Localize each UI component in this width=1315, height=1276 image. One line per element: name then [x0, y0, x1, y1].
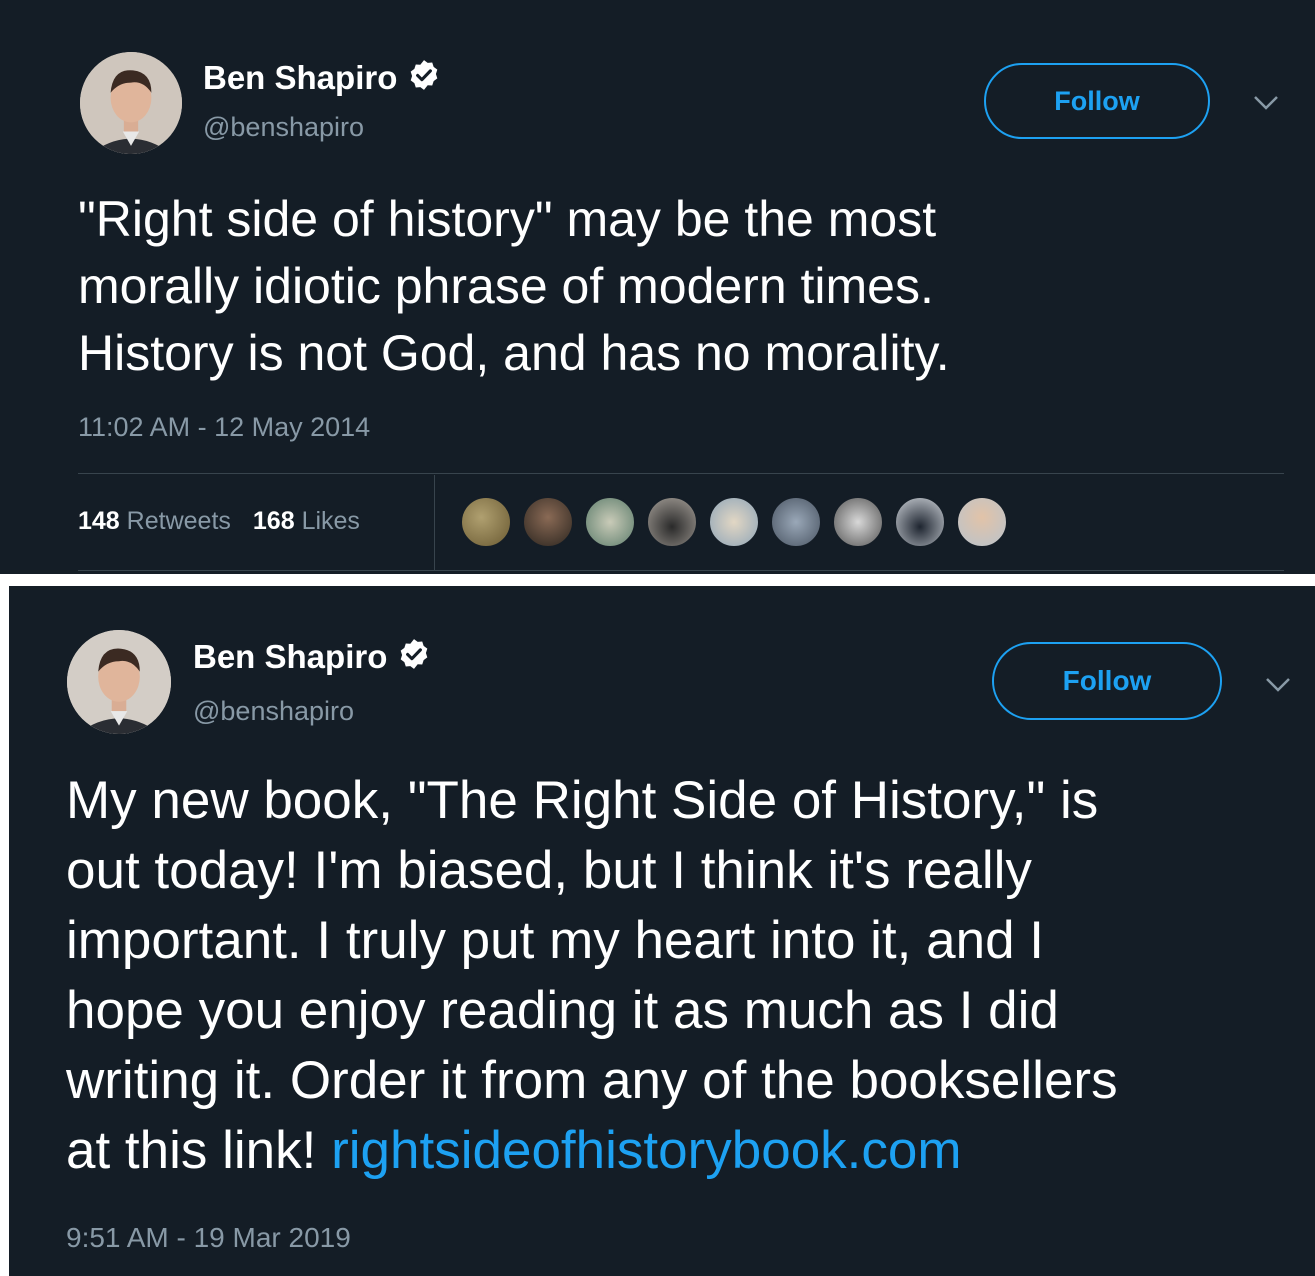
liker-avatar[interactable] — [522, 496, 574, 548]
avatar[interactable] — [67, 630, 171, 734]
tweet-timestamp[interactable]: 11:02 AM - 12 May 2014 — [78, 412, 370, 443]
liker-avatar[interactable] — [584, 496, 636, 548]
chevron-down-icon[interactable] — [1252, 94, 1280, 117]
follow-button[interactable]: Follow — [984, 63, 1210, 139]
liker-avatar[interactable] — [770, 496, 822, 548]
tweet-text: My new book, "The Right Side of History,… — [66, 766, 1118, 1186]
divider — [78, 570, 1284, 571]
liker-avatar[interactable] — [708, 496, 760, 548]
liker-avatar[interactable] — [832, 496, 884, 548]
retweets-stat[interactable]: 148 Retweets — [78, 507, 231, 536]
tweet-body: My new book, "The Right Side of History,… — [66, 771, 1118, 1180]
avatar[interactable] — [80, 52, 182, 154]
liker-avatar[interactable] — [646, 496, 698, 548]
verified-badge-icon — [397, 637, 431, 676]
liker-avatars — [460, 496, 1018, 548]
like-count: 168 — [252, 507, 295, 535]
likes-label: Likes — [301, 507, 360, 535]
retweets-label: Retweets — [126, 507, 231, 535]
author-handle[interactable]: @benshapiro — [193, 696, 354, 727]
chevron-down-icon[interactable] — [1264, 676, 1292, 699]
liker-avatar[interactable] — [460, 496, 512, 548]
tweet-card-2019: Ben Shapiro @benshapiro Follow My new bo… — [9, 586, 1315, 1276]
author-name[interactable]: Ben Shapiro — [203, 59, 397, 97]
liker-avatar[interactable] — [894, 496, 946, 548]
retweet-count: 148 — [78, 507, 120, 535]
verified-badge-icon — [407, 58, 441, 97]
tweet-timestamp[interactable]: 9:51 AM - 19 Mar 2019 — [66, 1222, 351, 1254]
stats-separator — [434, 475, 435, 570]
follow-button[interactable]: Follow — [992, 642, 1222, 720]
author-handle[interactable]: @benshapiro — [203, 112, 364, 143]
liker-avatar[interactable] — [956, 496, 1008, 548]
author-name[interactable]: Ben Shapiro — [193, 638, 387, 676]
tweet-link[interactable]: rightsideofhistorybook.com — [331, 1121, 961, 1180]
tweet-text: "Right side of history" may be the most … — [78, 191, 950, 381]
tweet-card-2014: Ben Shapiro @benshapiro Follow "Right si… — [0, 0, 1315, 574]
divider — [78, 473, 1284, 474]
likes-stat[interactable]: 168 Likes — [253, 507, 360, 536]
